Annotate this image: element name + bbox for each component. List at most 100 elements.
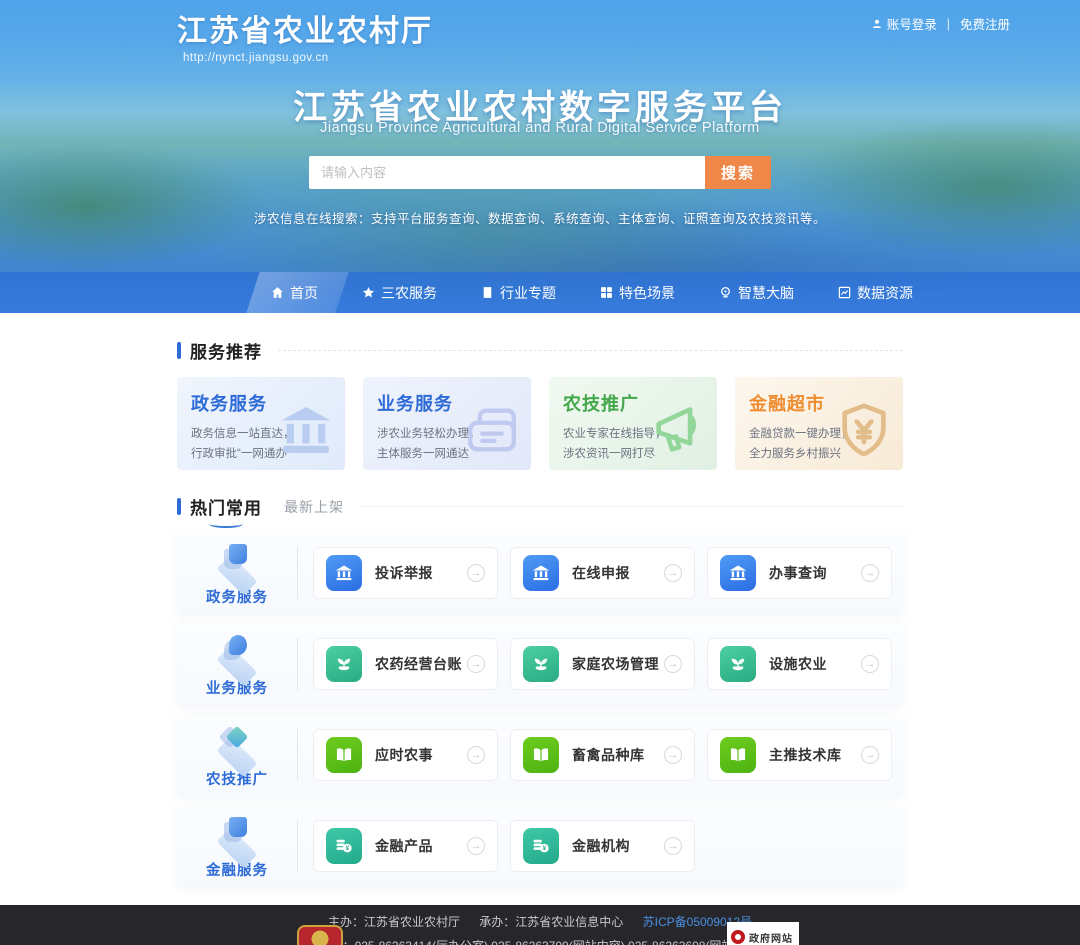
page: 江苏省农业农村厅 http://nynct.jiangsu.gov.cn 账号登… (0, 0, 1080, 945)
service-row-finance: 金融服务 ¥ 金融产品 ¥ 金融机构 (177, 806, 903, 886)
person-icon (871, 18, 883, 30)
service-label: 办事查询 (769, 563, 827, 583)
search-button[interactable]: 搜索 (705, 156, 771, 189)
data-chart-icon (838, 286, 851, 299)
vertical-divider (297, 820, 298, 872)
svg-text:¥: ¥ (346, 845, 350, 852)
gov-badge-label: 政府网站 (749, 930, 793, 945)
nav-item-brain[interactable]: 智慧大脑 (697, 272, 816, 313)
service-row-tech: 农技推广 应时农事 畜禽品种库 主推技术库 (177, 715, 903, 795)
arrow-icon (664, 746, 682, 764)
tab-newest[interactable]: 最新上架 (284, 497, 344, 517)
service-livestock-breeds[interactable]: 畜禽品种库 (510, 729, 695, 781)
section-bar (177, 498, 181, 515)
arrow-icon (861, 655, 879, 673)
arrow-icon (467, 564, 485, 582)
search-bar: 搜索 (309, 156, 771, 189)
gov-website-badge[interactable]: 政府网站 (727, 922, 799, 945)
arrow-icon (861, 746, 879, 764)
active-tab-underline (209, 520, 243, 528)
card-biz-service[interactable]: 业务服务 涉农业务轻松办理， 主体服务一网通达 (363, 377, 531, 470)
shield-yuan-icon (835, 401, 893, 459)
nav-label: 三农服务 (381, 283, 437, 303)
top-bar: 江苏省农业农村厅 http://nynct.jiangsu.gov.cn 账号登… (0, 0, 1080, 56)
category-gov: 政务服务 (177, 540, 297, 607)
category-tech: 农技推广 (177, 722, 297, 789)
login-link[interactable]: 账号登录 (871, 14, 937, 33)
logo-url: http://nynct.jiangsu.gov.cn (183, 52, 433, 64)
service-facility-agri[interactable]: 设施农业 (707, 638, 892, 690)
hot-section-header: 热门常用 最新上架 (177, 494, 903, 519)
nav-item-data[interactable]: 数据资源 (816, 272, 935, 313)
tab-hot[interactable]: 热门常用 (190, 494, 262, 519)
card-gov-service[interactable]: 政务服务 政务信息一站直达， 行政审批“一网通办 (177, 377, 345, 470)
search-input[interactable] (309, 156, 705, 189)
service-row-gov: 政务服务 投诉举报 在线申报 办事查询 (177, 533, 903, 613)
service-label: 投诉举报 (375, 563, 433, 583)
service-online-declare[interactable]: 在线申报 (510, 547, 695, 599)
register-link[interactable]: 免费注册 (960, 14, 1010, 33)
vertical-divider (297, 547, 298, 599)
bank-icon (277, 401, 335, 459)
service-affairs-query[interactable]: 办事查询 (707, 547, 892, 599)
building-icon (481, 286, 494, 299)
footer-host: 主办：江苏省农业农村厅 (328, 915, 460, 929)
mailbox-icon (463, 401, 521, 459)
recommend-title: 服务推荐 (190, 338, 262, 363)
grid-icon (600, 286, 613, 299)
bank-icon (720, 555, 756, 591)
category-finance: 金融服务 (177, 813, 297, 880)
logo-title: 江苏省农业农村厅 (177, 6, 433, 50)
nav-item-scenes[interactable]: 特色场景 (578, 272, 697, 313)
recommend-cards: 政务服务 政务信息一站直达， 行政审批“一网通办 业务服务 涉农业务轻松办理， … (177, 377, 903, 470)
service-main-tech-lib[interactable]: 主推技术库 (707, 729, 892, 781)
arrow-icon (664, 564, 682, 582)
hero-banner: 江苏省农业农村厅 http://nynct.jiangsu.gov.cn 账号登… (0, 0, 1080, 313)
nav-label: 智慧大脑 (738, 283, 794, 303)
home-icon (271, 286, 284, 299)
service-row-biz: 业务服务 农药经营台账 家庭农场管理 设施农业 (177, 624, 903, 704)
main-content: 服务推荐 政务服务 政务信息一站直达， 行政审批“一网通办 业务服务 涉农业务轻… (177, 313, 903, 886)
service-pesticide-ledger[interactable]: 农药经营台账 (313, 638, 498, 690)
arrow-icon (861, 564, 879, 582)
book-icon (326, 737, 362, 773)
nav-label: 数据资源 (857, 283, 913, 303)
nav-label: 特色场景 (619, 283, 675, 303)
tab-hot-label: 热门常用 (190, 499, 262, 518)
arrow-icon (664, 655, 682, 673)
service-label: 在线申报 (572, 563, 630, 583)
card-agri-tech[interactable]: 农技推广 农业专家在线指导， 涉农资讯一网打尽 (549, 377, 717, 470)
service-family-farm[interactable]: 家庭农场管理 (510, 638, 695, 690)
card-finance-market[interactable]: 金融超市 金融贷款一键办理， 全力服务乡村振兴 (735, 377, 903, 470)
search-hint: 涉农信息在线搜索：支持平台服务查询、数据查询、系统查询、主体查询、证照查询及农技… (0, 208, 1080, 227)
coins-icon: ¥ (326, 828, 362, 864)
service-label: 家庭农场管理 (572, 654, 659, 674)
star-icon (362, 286, 375, 299)
tech-3d-icon (205, 722, 269, 766)
login-label: 账号登录 (887, 14, 937, 33)
sprout-icon (326, 646, 362, 682)
service-label: 农药经营台账 (375, 654, 462, 674)
service-complaint-report[interactable]: 投诉举报 (313, 547, 498, 599)
gov-badge-icon (731, 930, 745, 944)
nav-item-sannong[interactable]: 三农服务 (340, 272, 459, 313)
sprout-icon (523, 646, 559, 682)
arrow-icon (467, 655, 485, 673)
sprout-icon (720, 646, 756, 682)
megaphone-icon (649, 401, 707, 459)
platform-subtitle: Jiangsu Province Agricultural and Rural … (0, 120, 1080, 136)
service-finance-institutions[interactable]: ¥ 金融机构 (510, 820, 695, 872)
nav-item-home[interactable]: 首页 (249, 272, 340, 313)
footer: 主办：江苏省农业农村厅 承办：江苏省农业信息中心 苏ICP备05009012号 … (0, 905, 1080, 945)
service-label: 金融机构 (572, 836, 630, 856)
dashed-divider (278, 350, 903, 351)
footer-line2: 电话：025-86263414(厅办公室) 025-86263709(网站内容)… (0, 937, 1080, 945)
gov-3d-icon (205, 540, 269, 584)
service-label: 畜禽品种库 (572, 745, 645, 765)
nav-label: 首页 (290, 283, 318, 303)
vertical-divider (297, 729, 298, 781)
nav-item-industry[interactable]: 行业专题 (459, 272, 578, 313)
service-finance-products[interactable]: ¥ 金融产品 (313, 820, 498, 872)
service-label: 主推技术库 (769, 745, 842, 765)
service-seasonal-farming[interactable]: 应时农事 (313, 729, 498, 781)
